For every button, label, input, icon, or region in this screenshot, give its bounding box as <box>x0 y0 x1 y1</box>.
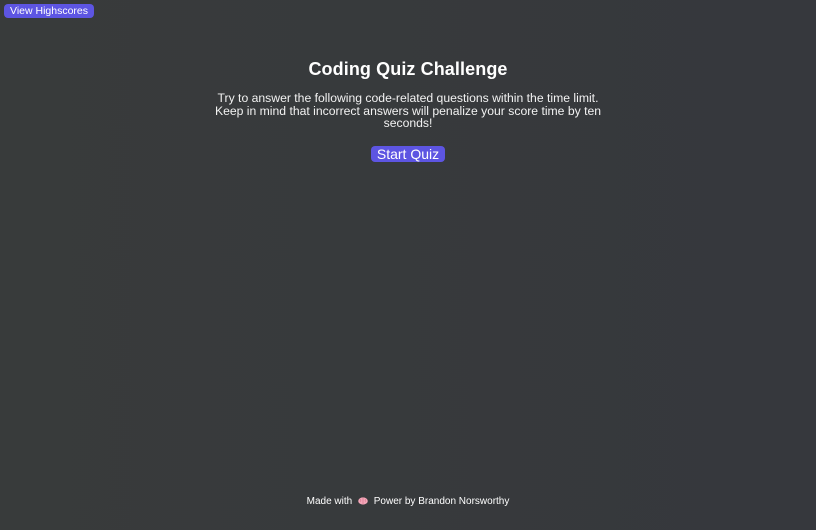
start-quiz-button[interactable]: Start Quiz <box>370 145 446 162</box>
intro-text: Try to answer the following code-related… <box>214 91 602 130</box>
quiz-intro-section: Coding Quiz Challenge Try to answer the … <box>0 57 816 164</box>
footer-credit: Power by Brandon Norsworthy <box>373 496 510 507</box>
brain-icon <box>358 496 368 505</box>
footer: Made with Power by Brandon Norsworthy <box>0 495 816 508</box>
footer-made-with: Made with <box>306 496 353 507</box>
view-highscores-button[interactable]: View Highscores <box>4 4 95 18</box>
page-title: Coding Quiz Challenge <box>308 59 508 79</box>
